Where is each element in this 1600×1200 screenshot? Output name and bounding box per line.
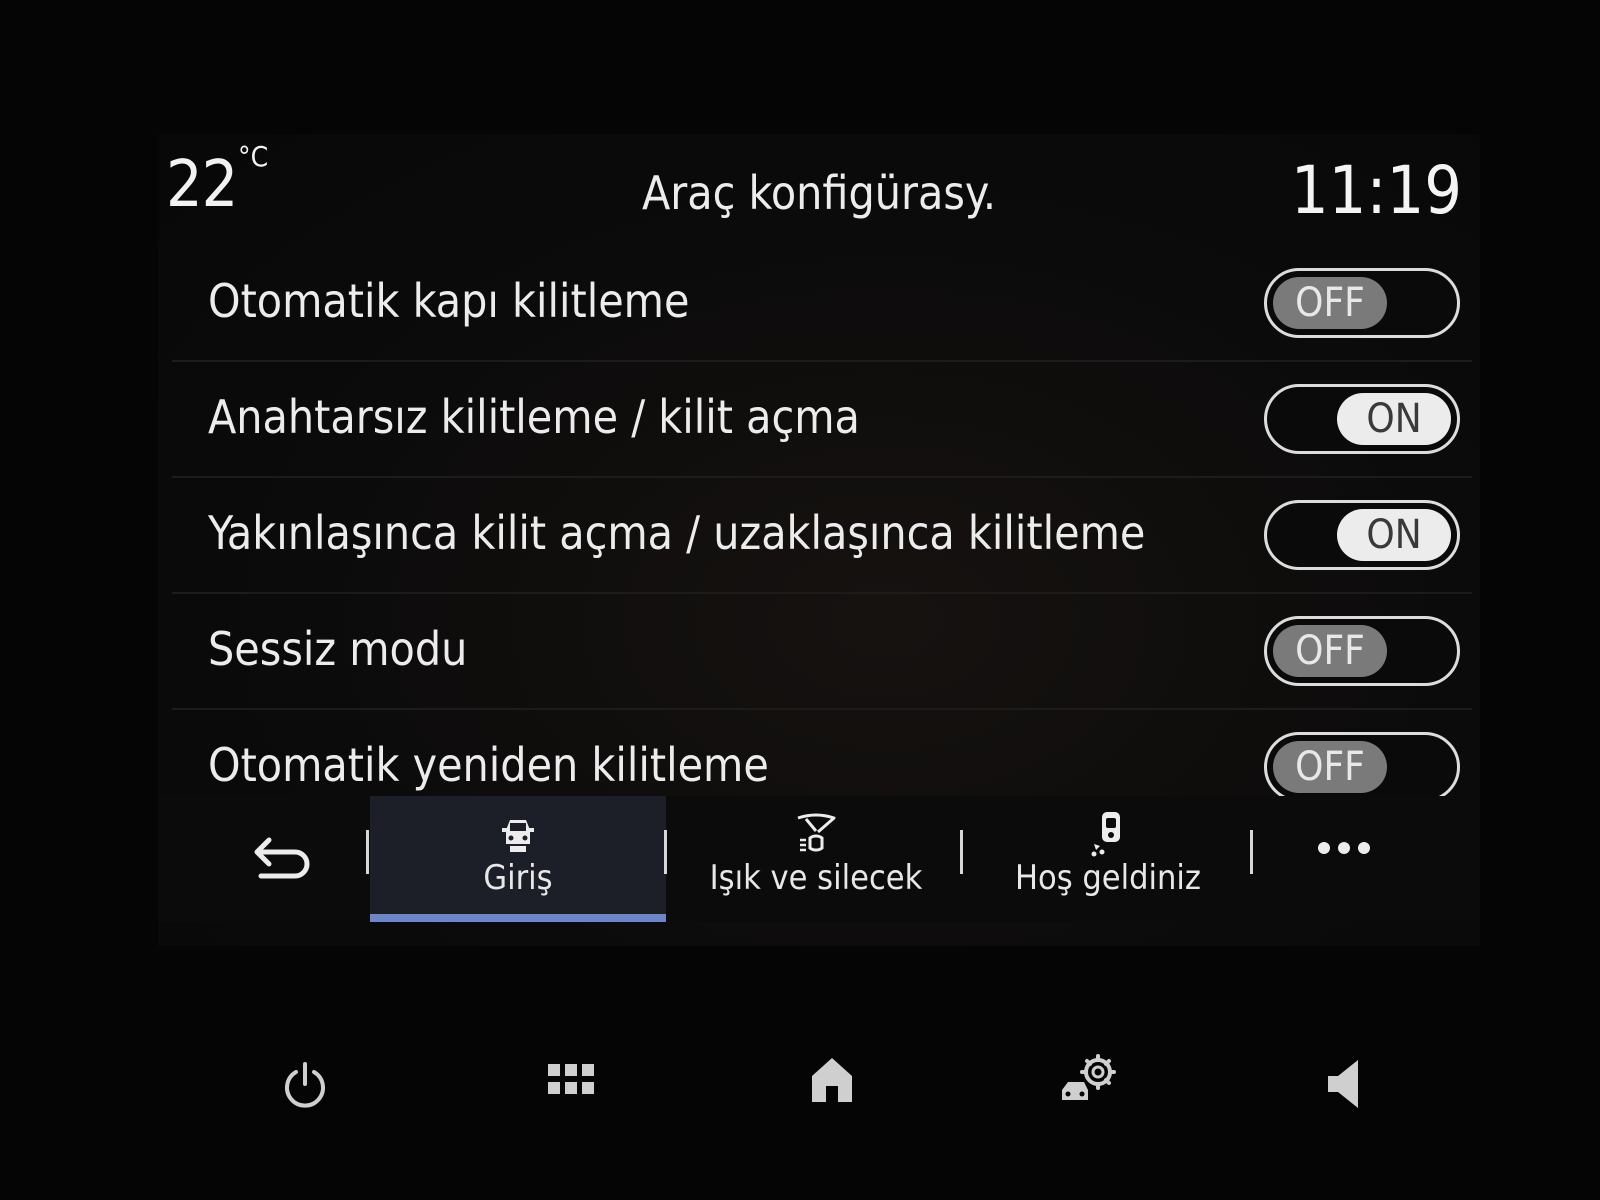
setting-label: Otomatik kapı kilitleme bbox=[208, 274, 690, 328]
power-icon[interactable] bbox=[280, 1060, 330, 1110]
clock: 11:19 bbox=[1290, 152, 1462, 229]
setting-label: Sessiz modu bbox=[208, 622, 468, 676]
toggle-knob: ON bbox=[1337, 393, 1451, 445]
tab-label: Giriş bbox=[483, 858, 553, 898]
auto-door-lock-toggle[interactable]: OFF bbox=[1264, 268, 1460, 338]
setting-label: Otomatik yeniden kilitleme bbox=[208, 738, 769, 792]
apps-grid-icon[interactable] bbox=[546, 1062, 596, 1098]
setting-label: Yakınlaşınca kilit açma / uzaklaşınca ki… bbox=[208, 506, 1146, 560]
setting-row-auto-door-lock: Otomatik kapı kilitleme OFF bbox=[172, 246, 1472, 362]
home-icon[interactable] bbox=[808, 1054, 856, 1104]
car-settings-icon[interactable] bbox=[1058, 1054, 1122, 1106]
setting-label: Anahtarsız kilitleme / kilit açma bbox=[208, 390, 860, 444]
toggle-knob: OFF bbox=[1273, 625, 1387, 677]
tab-separator bbox=[1250, 830, 1253, 874]
bottom-bar bbox=[0, 1010, 1600, 1190]
car-lock-icon bbox=[502, 820, 534, 852]
toggle-knob: OFF bbox=[1273, 741, 1387, 793]
status-bar: 22 °C Araç konfigürasy. 11:19 bbox=[158, 134, 1480, 244]
tab-bar: Giriş Işık ve silecek Hoş geldiniz bbox=[158, 796, 1480, 922]
setting-row-silent-mode: Sessiz modu OFF bbox=[172, 594, 1472, 710]
tab-separator bbox=[664, 830, 667, 874]
setting-row-keyless-lock: Anahtarsız kilitleme / kilit açma ON bbox=[172, 362, 1472, 478]
tab-light-wiper[interactable]: Işık ve silecek bbox=[668, 796, 964, 922]
tab-label: Işık ve silecek bbox=[709, 858, 923, 898]
toggle-knob: ON bbox=[1337, 509, 1451, 561]
tab-separator bbox=[366, 830, 369, 874]
tab-welcome[interactable]: Hoş geldiniz bbox=[964, 796, 1252, 922]
auto-relock-toggle[interactable]: OFF bbox=[1264, 732, 1460, 802]
tab-separator bbox=[960, 830, 963, 874]
tab-label: Hoş geldiniz bbox=[1015, 858, 1201, 898]
setting-row-proximity-lock: Yakınlaşınca kilit açma / uzaklaşınca ki… bbox=[172, 478, 1472, 594]
volume-icon[interactable] bbox=[1326, 1058, 1366, 1110]
keyless-lock-toggle[interactable]: ON bbox=[1264, 384, 1460, 454]
back-arrow-icon bbox=[254, 837, 310, 879]
silent-mode-toggle[interactable]: OFF bbox=[1264, 616, 1460, 686]
back-button[interactable] bbox=[198, 796, 368, 922]
light-wiper-icon bbox=[797, 813, 836, 852]
more-button[interactable] bbox=[1254, 796, 1434, 922]
page-title: Araç konfigürasy. bbox=[641, 166, 996, 220]
welcome-icon bbox=[1091, 812, 1120, 857]
tab-entry[interactable]: Giriş bbox=[370, 796, 666, 922]
toggle-knob: OFF bbox=[1273, 277, 1387, 329]
settings-list: Otomatik kapı kilitleme OFF Anahtarsız k… bbox=[172, 246, 1472, 824]
infotainment-screen: 22 °C Araç konfigürasy. 11:19 Otomatik k… bbox=[158, 134, 1480, 946]
more-dots-icon bbox=[1318, 842, 1370, 854]
proximity-lock-toggle[interactable]: ON bbox=[1264, 500, 1460, 570]
